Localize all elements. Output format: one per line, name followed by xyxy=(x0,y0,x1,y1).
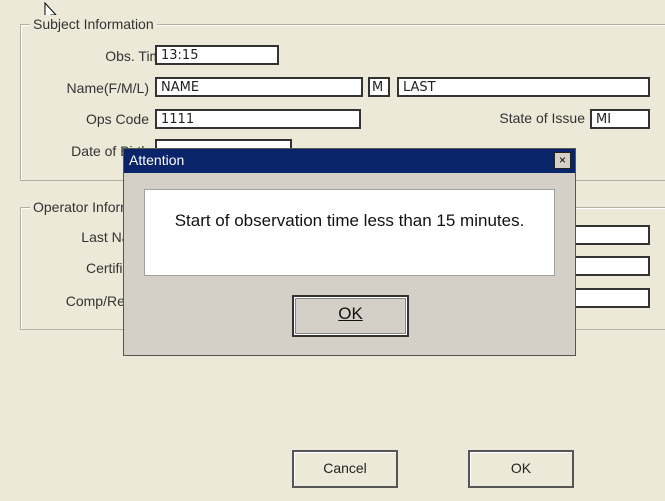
subject-information-title: Subject Information xyxy=(30,15,157,33)
dialog-title: Attention xyxy=(129,152,185,168)
obs-time-label: Obs. Time xyxy=(105,48,169,64)
certificate-field[interactable] xyxy=(573,256,650,276)
dialog-message: Start of observation time less than 15 m… xyxy=(174,211,525,230)
last-name-field[interactable]: LAST xyxy=(397,77,650,97)
dialog-ok-button[interactable]: OK xyxy=(292,295,409,337)
dialog-message-box: Start of observation time less than 15 m… xyxy=(144,189,555,276)
dialog-ok-label: OK xyxy=(338,304,363,323)
attention-dialog: Attention × Start of observation time le… xyxy=(123,148,576,356)
ok-button-label: OK xyxy=(510,460,532,476)
close-icon[interactable]: × xyxy=(554,152,571,169)
cancel-button-label: Cancel xyxy=(323,460,367,476)
ops-code-field[interactable]: 1111 xyxy=(155,109,361,129)
operator-last-name-field[interactable] xyxy=(573,225,650,245)
middle-initial-field[interactable]: M xyxy=(368,77,390,97)
first-name-field[interactable]: NAME xyxy=(155,77,363,97)
comp-report-field[interactable] xyxy=(573,288,650,308)
state-of-issue-field[interactable]: MI xyxy=(590,109,650,129)
ok-button[interactable]: OK xyxy=(468,450,574,488)
ops-code-label: Ops Code xyxy=(85,111,149,127)
dialog-titlebar[interactable]: Attention × xyxy=(124,149,575,173)
cancel-button[interactable]: Cancel xyxy=(292,450,398,488)
name-label: Name(F/M/L) xyxy=(66,80,149,96)
state-of-issue-label: State of Issue xyxy=(499,110,585,126)
obs-time-field[interactable]: 13:15 xyxy=(155,45,279,65)
